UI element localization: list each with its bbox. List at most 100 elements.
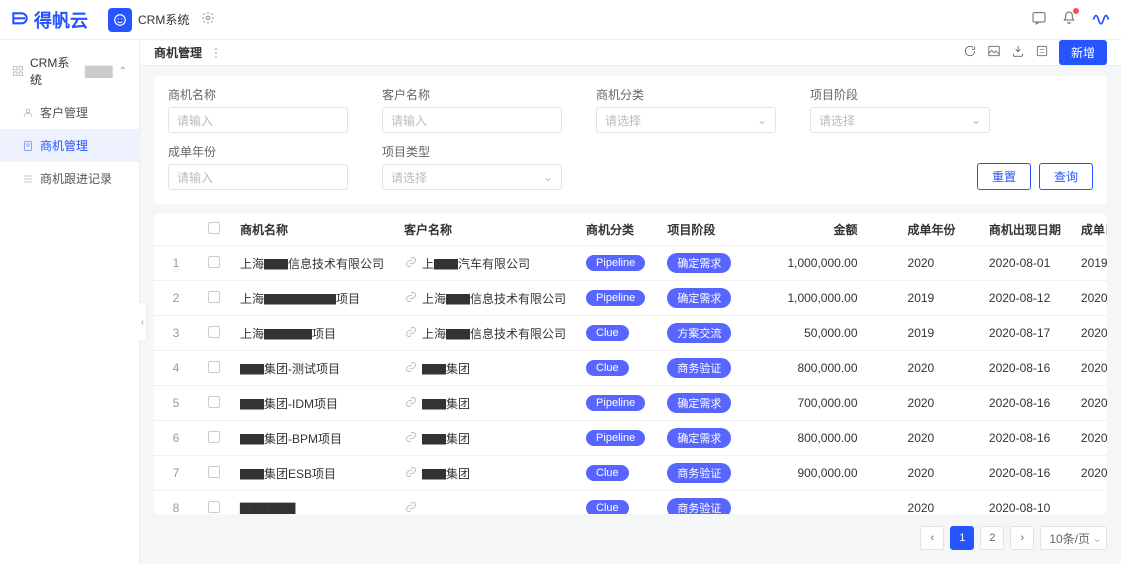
pager-size-select[interactable]: 10条/页 [1040, 526, 1107, 550]
cell-opp-name[interactable]: 上海▇▇信息技术有限公司 [230, 246, 394, 281]
cell-cust-name[interactable]: ▇▇集团 [394, 386, 576, 421]
col-idx [154, 214, 198, 246]
row-checkbox[interactable] [208, 431, 220, 443]
brand-logo[interactable]: 得帆云 [10, 7, 88, 33]
row-checkbox[interactable] [208, 361, 220, 373]
table-row[interactable]: 2上海▇▇▇▇▇▇项目上海▇▇信息技术有限公司Pipeline确定需求1,000… [154, 281, 1107, 316]
opp-name-input[interactable]: 请输入 [168, 107, 348, 133]
cell-amount: 800,000.00 [741, 421, 897, 456]
cell-proj-stage: 商务验证 [657, 491, 741, 515]
search-button[interactable]: 查询 [1039, 163, 1093, 190]
brand-wave-icon[interactable] [1091, 8, 1111, 31]
cell-opp-cat: Pipeline [576, 421, 657, 456]
pager-page-2[interactable]: 2 [980, 526, 1004, 550]
settings-icon[interactable] [1035, 44, 1049, 61]
proj-stage-select[interactable]: 请选择 [810, 107, 990, 133]
cell-opp-cat: Clue [576, 316, 657, 351]
new-button[interactable]: 新增 [1059, 40, 1107, 65]
pager-page-1[interactable]: 1 [950, 526, 974, 550]
stage-tag: 商务验证 [667, 358, 731, 378]
pager-next[interactable]: › [1010, 526, 1034, 550]
cell-opp-name[interactable]: ▇▇集团-BPM项目 [230, 421, 394, 456]
export-icon[interactable] [1011, 44, 1025, 61]
row-checkbox[interactable] [208, 466, 220, 478]
cell-deal-date: 2020-08-17 [1071, 281, 1107, 316]
sidebar-item-opportunity[interactable]: 商机管理 [0, 129, 139, 162]
category-tag: Clue [586, 465, 629, 481]
table-row[interactable]: 7▇▇集团ESB项目▇▇集团Clue商务验证900,000.0020202020… [154, 456, 1107, 491]
col-deal-date[interactable]: 成单日期 [1071, 214, 1107, 246]
cell-opp-name[interactable]: 上海▇▇▇▇▇▇项目 [230, 281, 394, 316]
cell-opp-name[interactable]: ▇▇集团-测试项目 [230, 351, 394, 386]
cell-cust-name[interactable]: ▇▇集团 [394, 421, 576, 456]
cell-cust-name[interactable]: 上▇▇汽车有限公司 [394, 246, 576, 281]
table-row[interactable]: 6▇▇集团-BPM项目▇▇集团Pipeline确定需求800,000.00202… [154, 421, 1107, 456]
col-amount[interactable]: 金额 [741, 214, 897, 246]
col-opp-name[interactable]: 商机名称 [230, 214, 394, 246]
col-cust-name[interactable]: 客户名称 [394, 214, 576, 246]
checkbox-icon[interactable] [208, 222, 220, 234]
stage-tag: 确定需求 [667, 428, 731, 448]
row-idx: 1 [154, 246, 198, 281]
cell-opp-name[interactable]: ▇▇集团-IDM项目 [230, 386, 394, 421]
row-checkbox[interactable] [208, 291, 220, 303]
row-checkbox[interactable] [208, 396, 220, 408]
col-deal-year[interactable]: 成单年份 [898, 214, 979, 246]
table-row[interactable]: 1上海▇▇信息技术有限公司上▇▇汽车有限公司Pipeline确定需求1,000,… [154, 246, 1107, 281]
row-checkbox[interactable] [208, 326, 220, 338]
col-proj-stage[interactable]: 项目阶段 [657, 214, 741, 246]
row-checkbox[interactable] [208, 256, 220, 268]
table-row[interactable]: 4▇▇集团-测试项目▇▇集团Clue商务验证800,000.0020202020… [154, 351, 1107, 386]
row-checkbox[interactable] [208, 501, 220, 513]
table-row[interactable]: 3上海▇▇▇▇项目上海▇▇信息技术有限公司Clue方案交流50,000.0020… [154, 316, 1107, 351]
app-switcher[interactable]: CRM系统 [108, 8, 215, 32]
image-icon[interactable] [987, 44, 1001, 61]
notification-icon[interactable] [1061, 10, 1077, 29]
refresh-icon[interactable] [963, 44, 977, 61]
gear-icon[interactable] [201, 11, 215, 28]
table-row[interactable]: 5▇▇集团-IDM项目▇▇集团Pipeline确定需求700,000.00202… [154, 386, 1107, 421]
cell-appear-date: 2020-08-16 [979, 351, 1071, 386]
cell-proj-stage: 确定需求 [657, 281, 741, 316]
cell-opp-name[interactable]: ▇▇集团ESB项目 [230, 456, 394, 491]
sidebar-group-crm[interactable]: CRM系统 ▇▇▇ ⌃ [0, 46, 139, 96]
opp-cat-select[interactable]: 请选择 [596, 107, 776, 133]
cust-name-input[interactable]: 请输入 [382, 107, 562, 133]
cell-deal-year: 2020 [898, 386, 979, 421]
cell-deal-date [1071, 491, 1107, 515]
cell-deal-year: 2020 [898, 421, 979, 456]
cell-proj-stage: 确定需求 [657, 421, 741, 456]
col-select-all[interactable] [198, 214, 230, 246]
cell-cust-name[interactable]: 上海▇▇信息技术有限公司 [394, 281, 576, 316]
sidebar-item-followup[interactable]: 商机跟进记录 [0, 162, 139, 195]
table-row[interactable]: 8▇▇▇▇▇▇Clue商务验证20202020-08-10 [154, 491, 1107, 515]
cell-opp-name[interactable]: ▇▇▇▇▇▇ [230, 491, 394, 515]
cell-deal-date: 2020-08-17 [1071, 316, 1107, 351]
stage-tag: 商务验证 [667, 498, 731, 514]
filter-panel: 商机名称 请输入 客户名称 请输入 商机分类 请选择 项目阶段 请选择 [154, 76, 1107, 204]
label: 客户名称 [382, 86, 562, 103]
sidebar-collapse-handle[interactable]: ‹ [139, 302, 147, 342]
field-deal-year: 成单年份 请输入 [168, 143, 348, 190]
cell-amount: 1,000,000.00 [741, 281, 897, 316]
col-opp-cat[interactable]: 商机分类 [576, 214, 657, 246]
cell-opp-cat: Clue [576, 351, 657, 386]
brand-text: 得帆云 [34, 7, 88, 33]
col-appear-date[interactable]: 商机出现日期 [979, 214, 1071, 246]
row-idx: 8 [154, 491, 198, 515]
cell-cust-name[interactable]: ▇▇集团 [394, 351, 576, 386]
feedback-icon[interactable] [1031, 10, 1047, 29]
cell-cust-name[interactable] [394, 491, 576, 515]
reset-button[interactable]: 重置 [977, 163, 1031, 190]
more-icon[interactable]: ⋮ [210, 46, 222, 60]
pager-prev[interactable]: ‹ [920, 526, 944, 550]
link-icon [404, 255, 418, 269]
cell-cust-name[interactable]: 上海▇▇信息技术有限公司 [394, 316, 576, 351]
link-icon [404, 430, 418, 444]
proj-type-select[interactable]: 请选择 [382, 164, 562, 190]
cell-cust-name[interactable]: ▇▇集团 [394, 456, 576, 491]
deal-year-input[interactable]: 请输入 [168, 164, 348, 190]
cell-proj-stage: 商务验证 [657, 456, 741, 491]
sidebar-item-customer[interactable]: 客户管理 [0, 96, 139, 129]
cell-opp-name[interactable]: 上海▇▇▇▇项目 [230, 316, 394, 351]
